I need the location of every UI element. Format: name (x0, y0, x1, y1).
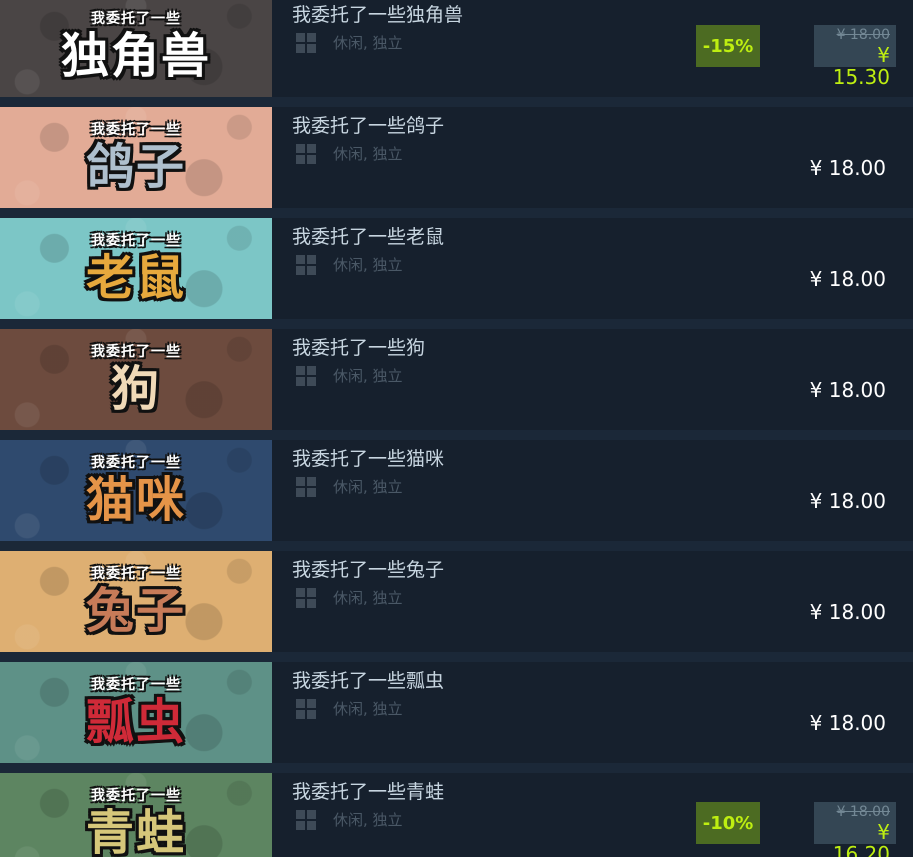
game-title[interactable]: 我委托了一些鸽子 (292, 111, 444, 138)
game-capsule-image[interactable]: 我委托了一些 兔子 (0, 551, 272, 652)
game-capsule-image[interactable]: 我委托了一些 老鼠 (0, 218, 272, 319)
game-tags: 休闲, 独立 (333, 589, 403, 607)
windows-icon (296, 143, 316, 164)
capsule-subtitle: 我委托了一些 (91, 676, 181, 693)
capsule-subtitle: 我委托了一些 (91, 343, 181, 360)
discount-badge: -10% (696, 802, 760, 844)
price-box: ¥ 18.00 ¥ 16.20 (814, 802, 896, 857)
game-meta: 休闲, 独立 (296, 809, 403, 830)
capsule-subtitle: 我委托了一些 (91, 454, 181, 471)
capsule-subtitle: 我委托了一些 (91, 787, 181, 804)
capsule-logo-text: 青蛙 (85, 804, 186, 857)
game-price: ¥ 18.00 (809, 156, 886, 180)
capsule-logo-text: 兔子 (85, 582, 186, 639)
windows-icon (296, 476, 316, 497)
game-tags: 休闲, 独立 (333, 34, 403, 52)
capsule-logo-text: 独角兽 (60, 27, 211, 84)
game-capsule-image[interactable]: 我委托了一些 瓢虫 (0, 662, 272, 763)
game-tags: 休闲, 独立 (333, 811, 403, 829)
game-row[interactable]: 我委托了一些狗我委托了一些狗 休闲, 独立 ¥ 18.00 (0, 329, 913, 430)
game-price: ¥ 18.00 (809, 267, 886, 291)
capsule-logo-text: 鸽子 (85, 138, 186, 195)
game-meta: 休闲, 独立 (296, 143, 403, 164)
windows-icon (296, 254, 316, 275)
game-row[interactable]: 我委托了一些 兔子 我委托了一些兔子 休闲, 独立 ¥ 18.00 (0, 551, 913, 652)
game-tags: 休闲, 独立 (333, 145, 403, 163)
game-capsule-image[interactable]: 我委托了一些 独角兽 (0, 0, 272, 97)
game-meta: 休闲, 独立 (296, 365, 403, 386)
game-capsule-image[interactable]: 我委托了一些狗 (0, 329, 272, 430)
game-capsule-image[interactable]: 我委托了一些 猫咪 (0, 440, 272, 541)
game-price: ¥ 18.00 (809, 378, 886, 402)
game-meta: 休闲, 独立 (296, 698, 403, 719)
capsule-subtitle: 我委托了一些 (91, 565, 181, 582)
game-title[interactable]: 我委托了一些瓢虫 (292, 666, 444, 693)
capsule-logo-text: 狗 (110, 360, 161, 417)
discounted-price: ¥ 16.20 (832, 820, 890, 857)
original-price: ¥ 18.00 (836, 27, 890, 43)
game-list: 我委托了一些 独角兽 我委托了一些独角兽 休闲, 独立 -15% ¥ 18.00 ¥ 15.… (0, 0, 913, 857)
game-row[interactable]: 我委托了一些 老鼠 我委托了一些老鼠 休闲, 独立 ¥ 18.00 (0, 218, 913, 319)
game-meta: 休闲, 独立 (296, 254, 403, 275)
windows-icon (296, 698, 316, 719)
capsule-subtitle: 我委托了一些 (91, 232, 181, 249)
capsule-subtitle: 我委托了一些 (91, 10, 181, 27)
game-row[interactable]: 我委托了一些 青蛙 我委托了一些青蛙 休闲, 独立 -10% ¥ 18.00 ¥ 16.20 (0, 773, 913, 857)
windows-icon (296, 809, 316, 830)
game-title[interactable]: 我委托了一些猫咪 (292, 444, 444, 471)
game-price: ¥ 18.00 (809, 489, 886, 513)
game-title[interactable]: 我委托了一些青蛙 (292, 777, 444, 804)
game-row[interactable]: 我委托了一些 鸽子 我委托了一些鸽子 休闲, 独立 ¥ 18.00 (0, 107, 913, 208)
game-tags: 休闲, 独立 (333, 367, 403, 385)
game-tags: 休闲, 独立 (333, 478, 403, 496)
game-title[interactable]: 我委托了一些狗 (292, 333, 425, 360)
game-title[interactable]: 我委托了一些兔子 (292, 555, 444, 582)
windows-icon (296, 365, 316, 386)
game-title[interactable]: 我委托了一些独角兽 (292, 0, 463, 27)
game-tags: 休闲, 独立 (333, 256, 403, 274)
capsule-logo-text: 猫咪 (85, 471, 186, 528)
game-meta: 休闲, 独立 (296, 476, 403, 497)
game-row[interactable]: 我委托了一些 瓢虫 我委托了一些瓢虫 休闲, 独立 ¥ 18.00 (0, 662, 913, 763)
capsule-logo-text: 瓢虫 (85, 693, 186, 750)
windows-icon (296, 587, 316, 608)
game-tags: 休闲, 独立 (333, 700, 403, 718)
discount-badge: -15% (696, 25, 760, 67)
game-title[interactable]: 我委托了一些老鼠 (292, 222, 444, 249)
windows-icon (296, 32, 316, 53)
capsule-logo-text: 老鼠 (85, 249, 186, 306)
game-capsule-image[interactable]: 我委托了一些 鸽子 (0, 107, 272, 208)
original-price: ¥ 18.00 (836, 804, 890, 820)
game-meta: 休闲, 独立 (296, 32, 403, 53)
capsule-subtitle: 我委托了一些 (91, 121, 181, 138)
price-box: ¥ 18.00 ¥ 15.30 (814, 25, 896, 88)
game-meta: 休闲, 独立 (296, 587, 403, 608)
game-capsule-image[interactable]: 我委托了一些 青蛙 (0, 773, 272, 857)
game-price: ¥ 18.00 (809, 711, 886, 735)
game-row[interactable]: 我委托了一些 独角兽 我委托了一些独角兽 休闲, 独立 -15% ¥ 18.00 ¥ 15.… (0, 0, 913, 97)
game-row[interactable]: 我委托了一些 猫咪 我委托了一些猫咪 休闲, 独立 ¥ 18.00 (0, 440, 913, 541)
discounted-price: ¥ 15.30 (832, 43, 890, 89)
game-price: ¥ 18.00 (809, 600, 886, 624)
